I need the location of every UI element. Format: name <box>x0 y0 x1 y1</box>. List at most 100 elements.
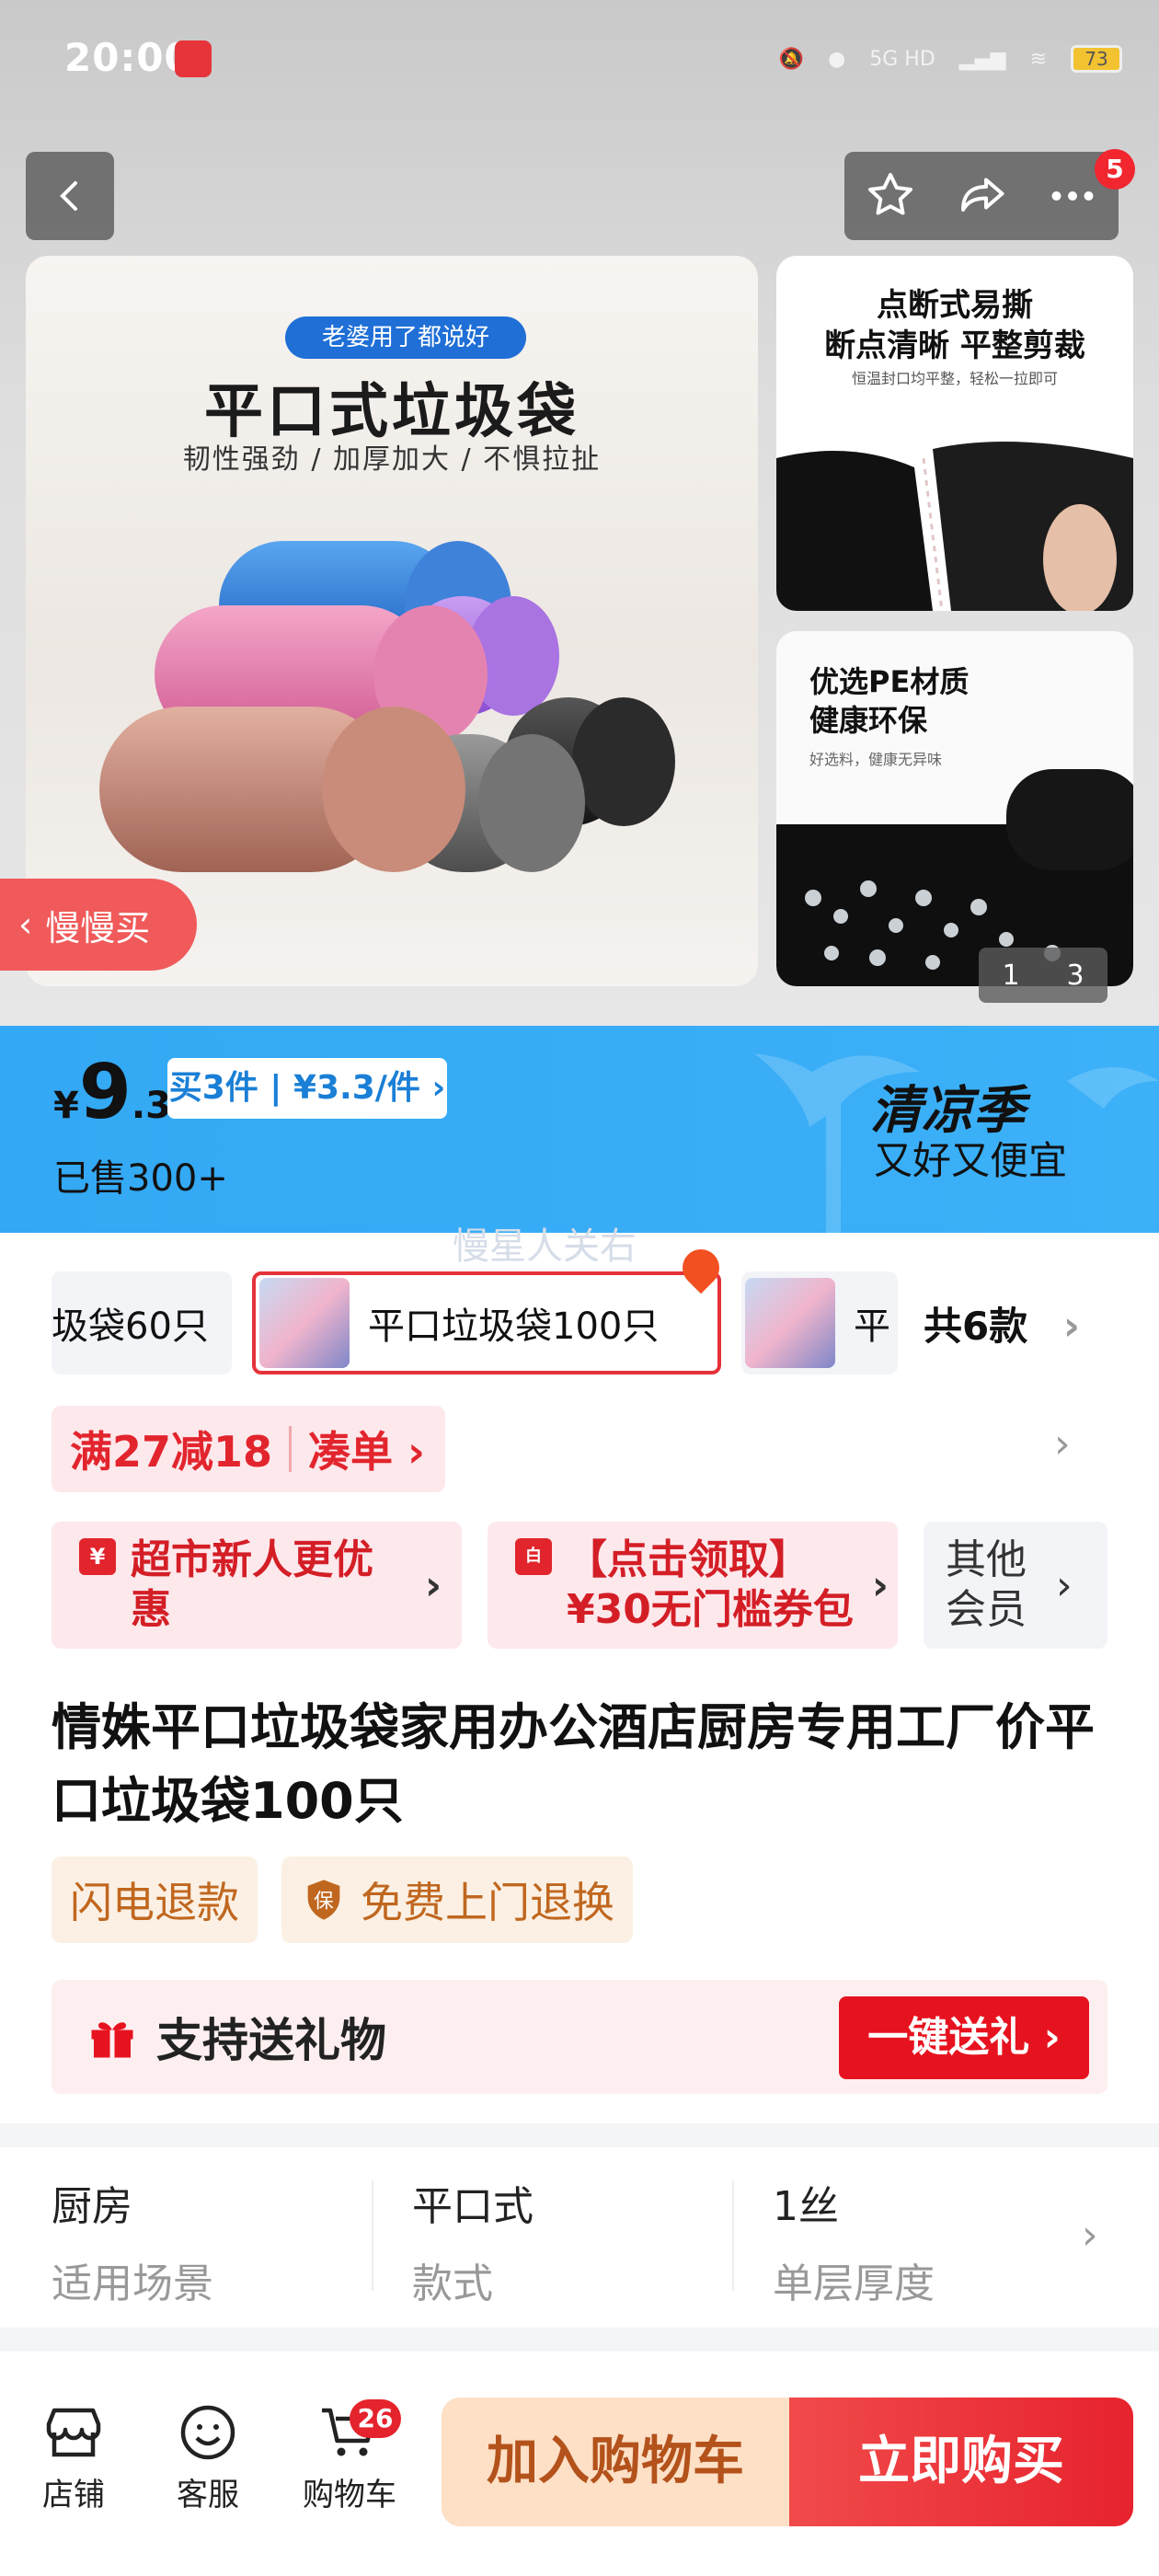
attribute-divider <box>732 2180 734 2291</box>
promo-subtitle: 又好又便宜 <box>874 1138 1068 1183</box>
gift-icon <box>91 2022 133 2058</box>
star-icon[interactable] <box>863 168 918 224</box>
voucher-line2: ¥30无门槛券包 <box>567 1586 854 1633</box>
gift-label: 支持送礼物 <box>156 2014 386 2067</box>
side1-title2: 断点清晰 平整剪裁 <box>824 328 1085 364</box>
garbage-bag-rolls-illustration <box>99 541 675 872</box>
black-bag-tear-illustration <box>776 442 1133 611</box>
main-product-image[interactable]: 老婆用了都说好 平口式垃圾袋 韧性强劲 / 加厚加大 / 不惧拉扯 <box>26 256 758 986</box>
shop-label: 店铺 <box>42 2477 105 2513</box>
side2-sub: 好选料，健康无异味 <box>809 751 943 768</box>
smile-chat-icon <box>180 2405 235 2460</box>
side1-sub: 恒温封口均平整，轻松一拉即可 <box>851 370 1058 387</box>
chevron-right-icon: › <box>871 1561 889 1609</box>
attribute-label: 单层厚度 <box>773 2260 935 2307</box>
sold-count: 已售300+ <box>53 1157 228 1200</box>
variant-thumbnail <box>745 1278 835 1368</box>
side2-title2: 健康环保 <box>809 703 928 738</box>
send-gift-button[interactable]: 一键送礼 › <box>839 1996 1089 2079</box>
chevron-right-icon[interactable]: › <box>1054 1420 1071 1467</box>
signal-icon: ▂▄▆ <box>958 47 1006 71</box>
share-icon[interactable] <box>954 168 1009 224</box>
status-icons: 🔕 ● 5G HD ▂▄▆ ≋ 73 <box>779 40 1122 77</box>
threshold-coupon[interactable]: 满27减18 凑单 › <box>52 1406 445 1492</box>
chevron-right-icon: › <box>1062 1303 1080 1350</box>
notification-badge: 5 <box>1095 149 1135 190</box>
status-bar: 20:00 🔕 ● 5G HD ▂▄▆ ≋ 73 <box>0 0 1159 120</box>
voucher-pack[interactable]: 白 【点击领取】 ¥30无门槛券包 › <box>488 1522 898 1649</box>
location-icon: ● <box>828 47 846 71</box>
voucher-line1: 【点击领取】 <box>567 1536 809 1583</box>
watermark-text: 慢星人关右 <box>453 1225 637 1268</box>
shop-icon <box>46 2408 101 2457</box>
voucher-icon: 白 <box>515 1538 552 1575</box>
member-coupon[interactable]: 其他会员 › <box>924 1522 1107 1649</box>
bundle-price-button[interactable]: 买3件 | ¥3.3/件 › <box>167 1058 447 1119</box>
price-value: ¥9.3 <box>53 1049 171 1136</box>
battery-icon: 73 <box>1071 45 1122 73</box>
top-actions <box>844 152 1119 240</box>
pager-current: 1 <box>1002 959 1020 992</box>
slow-buy-tab[interactable]: ‹ 慢慢买 <box>0 879 197 971</box>
variant-label: 平 <box>854 1305 890 1348</box>
app-badge-icon <box>175 40 212 77</box>
cart-label: 购物车 <box>303 2477 396 2513</box>
price-decimal: .3 <box>131 1085 171 1127</box>
variant-label: 圾袋60只 <box>52 1305 209 1348</box>
status-time: 20:00 <box>64 35 192 80</box>
variant-item[interactable]: 圾袋60只 <box>52 1271 232 1374</box>
attribute-divider <box>372 2180 373 2291</box>
section-divider <box>0 2328 1159 2352</box>
back-button[interactable] <box>26 152 114 240</box>
side1-title1: 点断式易撕 <box>877 287 1033 324</box>
more-icon[interactable] <box>1045 168 1100 224</box>
variant-item[interactable]: 平 <box>741 1271 898 1374</box>
newcomer-coupon[interactable]: ¥ 超市新人更优惠 › <box>52 1522 462 1649</box>
variant-item-selected[interactable]: 平口垃圾袋100只 <box>252 1271 721 1374</box>
chevron-right-icon[interactable]: › <box>1082 2212 1098 2259</box>
side-image-material[interactable]: 优选PE材质 健康环保 好选料，健康无异味 <box>776 631 1133 986</box>
chevron-right-icon: › <box>1056 1561 1073 1609</box>
chevron-right-icon: › <box>425 1561 442 1609</box>
image-subtitle: 韧性强劲 / 加厚加大 / 不惧拉扯 <box>182 443 602 476</box>
attribute-label: 适用场景 <box>52 2260 213 2307</box>
member-text: 其他会员 <box>946 1536 1027 1633</box>
threshold-action: 凑单 › <box>308 1427 426 1477</box>
coupon-yen-icon: ¥ <box>79 1538 116 1575</box>
mute-icon: 🔕 <box>778 47 805 71</box>
chevron-left-icon: ‹ <box>18 904 33 945</box>
newcomer-text: 超市新人更优惠 <box>131 1536 373 1633</box>
cart-count-badge: 26 <box>350 2399 401 2438</box>
threshold-text: 满27减18 <box>70 1427 273 1477</box>
service-button[interactable]: 客服 <box>153 2396 263 2514</box>
gallery-pager: 1 3 <box>979 948 1107 1003</box>
attribute-item[interactable]: 厨房 适用场景 <box>52 2173 383 2309</box>
attribute-item[interactable]: 1丝 单层厚度 <box>773 2173 1104 2309</box>
image-pill: 老婆用了都说好 <box>285 316 526 359</box>
variant-thumbnail <box>259 1278 350 1368</box>
section-divider <box>0 2123 1159 2147</box>
variant-label: 平口垃圾袋100只 <box>368 1305 660 1348</box>
svg-text:保: 保 <box>314 1891 334 1914</box>
pager-total: 3 <box>1066 959 1084 992</box>
slow-buy-label: 慢慢买 <box>45 907 151 949</box>
shield-icon: 保 <box>307 1880 340 1920</box>
chevron-left-icon <box>60 181 77 211</box>
service-tag-label: 免费上门退换 <box>361 1878 614 1927</box>
attribute-item[interactable]: 平口式 款式 <box>412 2173 743 2309</box>
side-image-tear[interactable]: 点断式易撕 断点清晰 平整剪裁 恒温封口均平整，轻松一拉即可 <box>776 256 1133 611</box>
attribute-value: 厨房 <box>52 2183 132 2230</box>
price-integer: 9 <box>78 1049 132 1136</box>
attribute-value: 1丝 <box>773 2183 839 2230</box>
network-label: 5G HD <box>869 47 935 71</box>
add-to-cart-button[interactable]: 加入购物车 <box>442 2398 789 2526</box>
service-tag[interactable]: 闪电退款 <box>52 1857 258 1943</box>
side2-title1: 优选PE材质 <box>809 664 970 699</box>
buy-now-button[interactable]: 立即购买 <box>789 2398 1133 2526</box>
variant-total[interactable]: 共6款 › <box>924 1295 1080 1351</box>
price-currency: ¥ <box>53 1085 79 1127</box>
service-label: 客服 <box>177 2477 239 2513</box>
shop-button[interactable]: 店铺 <box>18 2396 129 2514</box>
service-tag-label: 闪电退款 <box>70 1878 239 1927</box>
service-tag[interactable]: 保 免费上门退换 <box>281 1857 633 1943</box>
